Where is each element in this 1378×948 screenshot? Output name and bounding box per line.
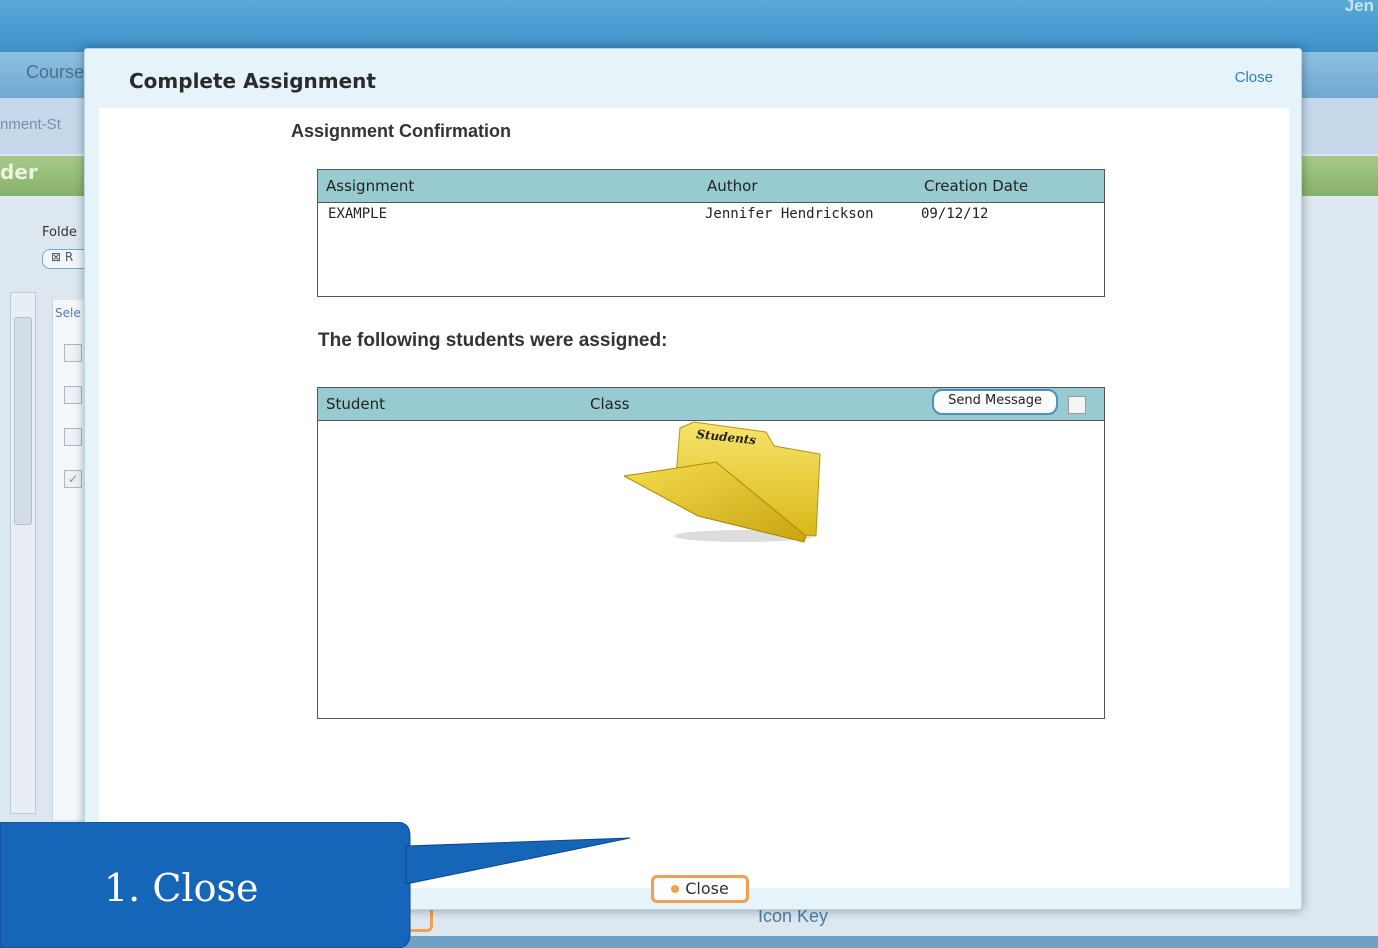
- row-checkbox[interactable]: [64, 428, 82, 446]
- row-checkbox[interactable]: [64, 344, 82, 362]
- sub-nav-link[interactable]: nment-St: [0, 116, 61, 133]
- dot-icon: [671, 884, 680, 893]
- assigned-students-title: The following students were assigned:: [318, 330, 668, 351]
- scrollbar[interactable]: [10, 292, 36, 814]
- select-column-header: Sele: [55, 306, 81, 320]
- scrollbar-thumb[interactable]: [14, 317, 32, 525]
- column-header: Author: [707, 177, 758, 195]
- table-cell: Jennifer Hendrickson: [705, 206, 874, 222]
- dialog-body: Assignment Confirmation Assignment Autho…: [99, 108, 1289, 903]
- send-message-button[interactable]: Send Message: [932, 389, 1058, 415]
- courses-tab[interactable]: Course: [26, 62, 84, 83]
- row-checkbox[interactable]: [64, 386, 82, 404]
- section-title: Assignment Confirmation: [291, 121, 512, 141]
- close-button-label: Close: [685, 879, 729, 898]
- column-header: Student: [326, 395, 386, 413]
- folder-remove-label: R: [64, 250, 74, 264]
- app-header-bar: Jen: [0, 0, 1378, 52]
- assignment-table: Assignment Author Creation Date EXAMPLE …: [317, 169, 1105, 297]
- complete-assignment-dialog: Complete Assignment Close Assignment Con…: [84, 48, 1302, 910]
- row-checkbox-checked[interactable]: ✓: [64, 470, 82, 488]
- user-name: Jen: [1344, 0, 1374, 15]
- column-header: Class: [590, 395, 630, 413]
- dialog-close-link[interactable]: Close: [1235, 69, 1273, 86]
- column-header: Creation Date: [924, 177, 1029, 195]
- column-header: Assignment: [326, 177, 415, 195]
- table-cell: 09/12/12: [921, 206, 989, 222]
- close-button[interactable]: Close: [651, 875, 749, 903]
- table-header: Assignment Author Creation Date: [318, 170, 1104, 203]
- section-bar-title: der: [0, 160, 38, 184]
- folder-label: Folde: [42, 225, 77, 240]
- students-folder-icon: Students: [622, 416, 824, 546]
- table-cell: EXAMPLE: [328, 206, 388, 222]
- callout-pointer: [405, 837, 631, 885]
- students-table: Student Class Send Message Students: [317, 387, 1105, 719]
- dialog-title: Complete Assignment: [129, 69, 376, 93]
- callout-text: 1. Close: [104, 866, 259, 910]
- select-all-checkbox[interactable]: [1068, 396, 1086, 414]
